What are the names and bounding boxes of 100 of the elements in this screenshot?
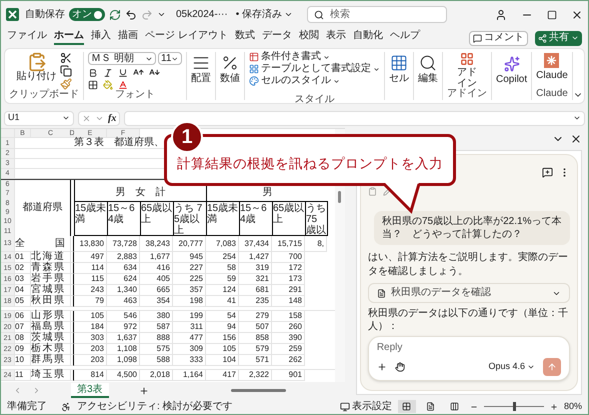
caret-icon bbox=[527, 363, 535, 371]
add-sheet-icon[interactable] bbox=[138, 386, 149, 396]
search-icon bbox=[419, 54, 437, 72]
name-box[interactable]: U1 bbox=[4, 110, 74, 126]
table-cell: 173 bbox=[288, 275, 302, 283]
table-cell: 05 bbox=[15, 297, 24, 305]
table-cell: 2,322 bbox=[248, 371, 269, 379]
close-icon[interactable] bbox=[570, 133, 582, 145]
zoom-slider-thumb[interactable] bbox=[512, 402, 516, 411]
ribbon-tab[interactable]: 挿入 bbox=[91, 31, 111, 45]
column-heading: 15歳未満 bbox=[207, 202, 240, 235]
table-cell: 227 bbox=[190, 264, 203, 272]
add-ins-button[interactable]: アドイン bbox=[456, 52, 478, 89]
scrollbar-thumb[interactable] bbox=[338, 191, 342, 203]
underline-icon[interactable] bbox=[118, 68, 128, 78]
font-color-icon[interactable] bbox=[118, 80, 128, 90]
reply-field[interactable]: Reply bbox=[376, 341, 561, 354]
decrease-font-icon[interactable] bbox=[149, 67, 160, 78]
table-cell: 254 bbox=[222, 253, 236, 261]
customize-icon[interactable] bbox=[157, 10, 166, 19]
style-menu-button[interactable]: テーブルとして書式設定 bbox=[249, 64, 380, 74]
style-menu-button[interactable]: セルのスタイル bbox=[249, 76, 380, 86]
editing-button[interactable]: 編集 bbox=[414, 52, 443, 100]
account-icon[interactable] bbox=[495, 8, 507, 20]
copy-icon[interactable] bbox=[60, 65, 72, 77]
table-cell: 309 bbox=[190, 345, 203, 353]
reply-box[interactable]: Reply Opus 4.6 bbox=[368, 336, 570, 381]
ribbon-tab[interactable]: データ bbox=[262, 31, 292, 45]
caret-icon bbox=[373, 66, 380, 72]
table-cell: 104 bbox=[222, 356, 236, 364]
autosave-toggle[interactable]: オン bbox=[69, 8, 105, 21]
table-cell: 01 bbox=[15, 253, 24, 261]
table-cell: 665 bbox=[156, 286, 170, 294]
display-settings-button[interactable]: 表示設定 bbox=[340, 402, 392, 412]
table-cell: 405 bbox=[156, 275, 170, 283]
model-selector[interactable]: Opus 4.6 bbox=[488, 360, 535, 374]
increase-font-icon[interactable] bbox=[133, 67, 144, 78]
view-icon bbox=[450, 402, 460, 411]
paste-icon bbox=[26, 52, 46, 72]
close-icon[interactable] bbox=[571, 8, 583, 20]
view-button[interactable] bbox=[398, 400, 416, 413]
sheet-title: 第３表 都道府県、 bbox=[74, 138, 164, 148]
table-cell: 全 国 bbox=[15, 238, 65, 248]
accessibility-status[interactable]: アクセシビリティ: 検討が必要です bbox=[77, 402, 233, 412]
hand-icon[interactable] bbox=[394, 362, 405, 372]
font-size-field[interactable]: 11 bbox=[158, 52, 182, 65]
ribbon-tab[interactable]: 描画 bbox=[118, 31, 138, 45]
formula-field[interactable] bbox=[124, 110, 585, 126]
borders-icon[interactable] bbox=[88, 80, 98, 90]
table-icon bbox=[249, 52, 259, 62]
tool-step-card[interactable]: 秋田県のデータを確認 bbox=[368, 283, 570, 303]
add-icon[interactable] bbox=[376, 362, 387, 372]
italic-icon[interactable] bbox=[103, 68, 113, 78]
cells-button[interactable]: セル bbox=[385, 52, 414, 100]
ribbon-tab[interactable]: ホーム bbox=[54, 31, 84, 45]
comment-button[interactable]: コメント bbox=[469, 30, 528, 46]
bold-icon[interactable] bbox=[88, 68, 98, 78]
save-status[interactable]: • 保存済み bbox=[236, 10, 293, 20]
ribbon-tab[interactable]: 校閲 bbox=[298, 31, 319, 45]
ribbon-tab[interactable]: ファイル bbox=[7, 31, 47, 45]
undo-icon[interactable] bbox=[125, 8, 137, 20]
table-cell: 814 bbox=[90, 371, 104, 379]
table-cell: 203 bbox=[90, 356, 104, 364]
number-format-button[interactable]: 数値 bbox=[216, 52, 245, 100]
cut-icon[interactable] bbox=[60, 52, 72, 64]
autosave-label: 自動保存 bbox=[25, 10, 65, 20]
cancel-icon[interactable] bbox=[82, 114, 91, 122]
ribbon-tab[interactable]: ヘルプ bbox=[390, 31, 420, 45]
table-cell: 184 bbox=[90, 323, 104, 331]
column-heading: うち 75歳以上 bbox=[174, 202, 207, 235]
share-button[interactable]: 共有 bbox=[535, 30, 582, 46]
sync-icon[interactable] bbox=[109, 8, 121, 20]
ribbon-tab[interactable]: ページ レイアウト bbox=[145, 31, 228, 45]
ribbon-tab[interactable]: 自動化 bbox=[352, 31, 383, 45]
table-cell: 497 bbox=[90, 253, 104, 261]
edit-icon[interactable] bbox=[382, 187, 392, 196]
sheet-tab[interactable]: 第3表 bbox=[71, 383, 109, 398]
zoom-in-icon[interactable] bbox=[550, 402, 558, 410]
table-cell: 09 bbox=[15, 345, 24, 353]
style-menu-button[interactable]: 条件付き書式 bbox=[249, 52, 380, 62]
new-chat-icon[interactable] bbox=[542, 167, 553, 178]
table-cell: 588 bbox=[156, 356, 170, 364]
table-cell: 15,715 bbox=[278, 240, 302, 248]
table-cell: 417 bbox=[222, 371, 236, 379]
copilot-button[interactable]: Copilot bbox=[492, 52, 532, 100]
ribbon-tab[interactable]: 数式 bbox=[234, 31, 255, 45]
column-heading: 15～64歳 bbox=[108, 202, 141, 235]
claude-button[interactable]: Claude bbox=[536, 52, 568, 81]
table-cell: 858 bbox=[256, 334, 269, 342]
table-cell: 148 bbox=[288, 297, 302, 305]
ribbon-tab[interactable]: 表示 bbox=[326, 31, 346, 45]
grid-icon bbox=[390, 54, 408, 72]
insert-function-button[interactable]: fx bbox=[108, 110, 116, 126]
table-cell: 321 bbox=[256, 275, 269, 283]
column-heading: 15～64歳 bbox=[240, 202, 273, 235]
maximize-icon[interactable] bbox=[547, 10, 557, 20]
paste-button[interactable]: 貼り付け bbox=[16, 52, 56, 82]
search-field[interactable]: 検索 bbox=[306, 6, 447, 23]
font-name-field[interactable]: ＭＳ 明朝 bbox=[88, 52, 156, 65]
alignment-button[interactable]: 配置 bbox=[187, 52, 216, 100]
